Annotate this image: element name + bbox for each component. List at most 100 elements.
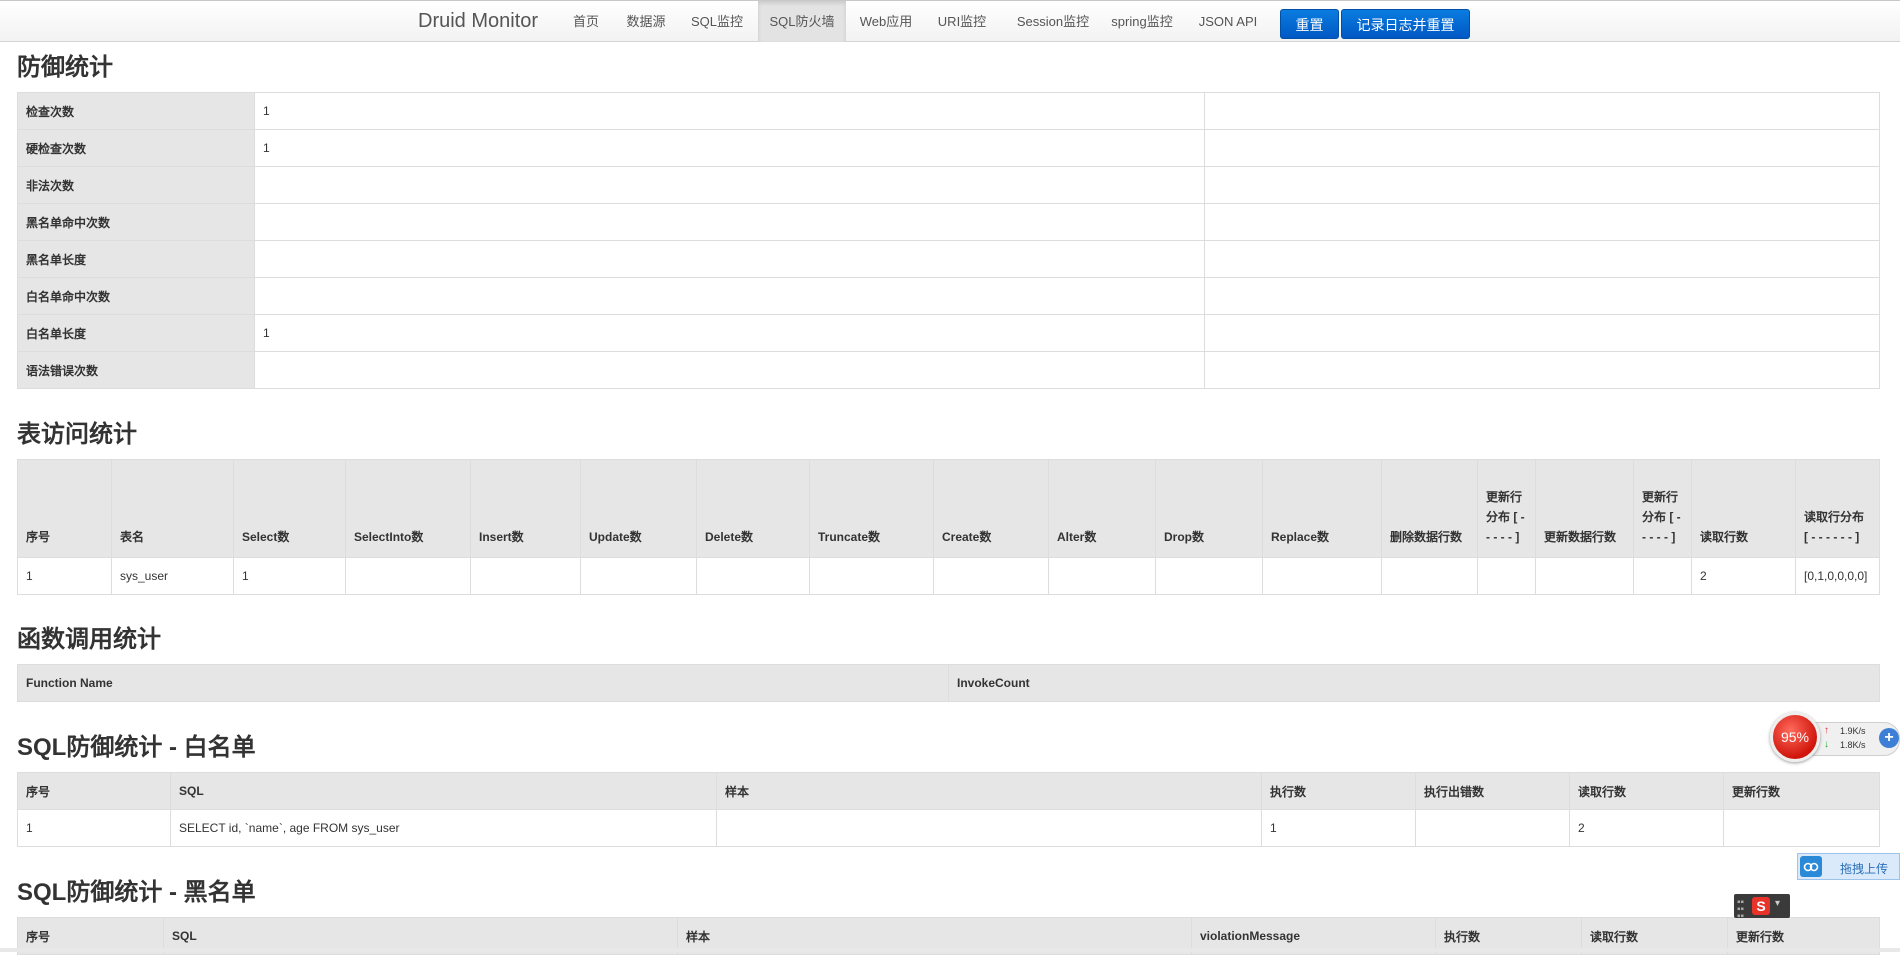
stat-extra bbox=[1204, 351, 1880, 389]
table-row: 语法错误次数 bbox=[17, 351, 1880, 389]
nav-item-sql-firewall[interactable]: SQL防火墙 bbox=[758, 1, 846, 42]
stat-extra bbox=[1204, 240, 1880, 278]
column-header[interactable]: 更新行分布 [ - - - - - ] bbox=[1477, 459, 1536, 558]
table-cell bbox=[1048, 557, 1156, 595]
column-header[interactable]: Update数 bbox=[580, 459, 697, 558]
sogou-ime-icon[interactable]: S bbox=[1752, 897, 1770, 915]
function-stats-table: Function Name InvokeCount bbox=[17, 664, 1880, 702]
stat-value bbox=[254, 351, 1205, 389]
column-header[interactable]: Delete数 bbox=[696, 459, 810, 558]
nav-item-json-api[interactable]: JSON API bbox=[1196, 1, 1260, 42]
column-header[interactable]: Select数 bbox=[233, 459, 346, 558]
nav-item-web-app[interactable]: Web应用 bbox=[856, 1, 916, 42]
table-cell bbox=[716, 809, 1262, 847]
nav-item-datasource[interactable]: 数据源 bbox=[622, 1, 670, 42]
drag-upload-tab[interactable]: 拖拽上传 bbox=[1797, 853, 1900, 880]
column-header[interactable]: SQL bbox=[170, 772, 717, 810]
nav-item-sql-monitor[interactable]: SQL监控 bbox=[686, 1, 748, 42]
table-cell: 1 bbox=[233, 557, 346, 595]
table-cell bbox=[1155, 557, 1263, 595]
table-cell bbox=[1415, 809, 1570, 847]
stat-label: 非法次数 bbox=[17, 166, 255, 204]
nav-item-uri-monitor[interactable]: URI监控 bbox=[932, 1, 992, 42]
table-cell bbox=[809, 557, 934, 595]
column-header[interactable]: 更新数据行数 bbox=[1535, 459, 1634, 558]
table-cell: 1 bbox=[1261, 809, 1416, 847]
nav-item-session-monitor[interactable]: Session监控 bbox=[1008, 1, 1098, 42]
network-speed-widget[interactable]: 95% ↑ 1.9K/s ↓ 1.8K/s + bbox=[1770, 712, 1900, 764]
table-cell: 2 bbox=[1691, 557, 1796, 595]
horizontal-scrollbar[interactable] bbox=[0, 948, 1900, 952]
stat-label: 语法错误次数 bbox=[17, 351, 255, 389]
sql-cell: SELECT id, `name`, age FROM sys_user bbox=[170, 809, 717, 847]
column-header[interactable]: 样本 bbox=[716, 772, 1262, 810]
upload-speed: 1.9K/s bbox=[1840, 726, 1866, 736]
column-header[interactable]: Replace数 bbox=[1262, 459, 1382, 558]
chevron-down-icon[interactable]: ▾ bbox=[1775, 898, 1780, 909]
stat-extra bbox=[1204, 129, 1880, 167]
table-row: 白名单长度 1 bbox=[17, 314, 1880, 352]
table-row: 1 SELECT id, `name`, age FROM sys_user 1… bbox=[17, 809, 1880, 847]
log-and-reset-button[interactable]: 记录日志并重置 bbox=[1341, 9, 1470, 39]
top-navbar: Druid Monitor 首页 数据源 SQL监控 SQL防火墙 Web应用 … bbox=[0, 0, 1900, 42]
table-row: 1 sys_user 1 2 [0,1,0,0,0,0] bbox=[17, 557, 1880, 595]
cloud-upload-icon bbox=[1800, 856, 1822, 877]
drag-upload-label: 拖拽上传 bbox=[1840, 862, 1889, 876]
column-header[interactable]: Insert数 bbox=[470, 459, 581, 558]
whitelist-table: 序号 SQL 样本 执行数 执行出错数 读取行数 更新行数 1 SELECT i… bbox=[17, 772, 1880, 847]
column-header[interactable]: 序号 bbox=[17, 772, 171, 810]
grip-icon[interactable]: ▪▪ ▪▪ ▪▪ bbox=[1737, 898, 1744, 922]
column-header[interactable]: 更新行数 bbox=[1723, 772, 1880, 810]
column-header[interactable]: 删除数据行数 bbox=[1381, 459, 1478, 558]
column-header[interactable]: 更新行分布 [ - - - - - ] bbox=[1633, 459, 1692, 558]
table-header-row: 序号 SQL 样本 执行数 执行出错数 读取行数 更新行数 bbox=[17, 772, 1880, 810]
column-header[interactable]: 读取行数 bbox=[1569, 772, 1724, 810]
stat-label: 硬检查次数 bbox=[17, 129, 255, 167]
stat-extra bbox=[1204, 92, 1880, 130]
stat-extra bbox=[1204, 277, 1880, 315]
table-row: 白名单命中次数 bbox=[17, 277, 1880, 315]
stat-value: 1 bbox=[254, 314, 1205, 352]
ime-toolbar[interactable]: ▪▪ ▪▪ ▪▪ S ▾ bbox=[1734, 894, 1790, 922]
column-header[interactable]: 读取行分布 [ - - - - - - ] bbox=[1795, 459, 1880, 558]
table-cell bbox=[470, 557, 581, 595]
stat-label: 白名单长度 bbox=[17, 314, 255, 352]
whitelist-title: SQL防御统计 - 白名单 bbox=[17, 734, 256, 761]
stat-label: 黑名单长度 bbox=[17, 240, 255, 278]
speed-percent-badge[interactable]: 95% bbox=[1770, 712, 1820, 762]
column-header[interactable]: InvokeCount bbox=[948, 664, 1880, 702]
stat-value bbox=[254, 277, 1205, 315]
table-cell: 1 bbox=[17, 809, 171, 847]
column-header[interactable]: 表名 bbox=[111, 459, 234, 558]
column-header[interactable]: Create数 bbox=[933, 459, 1049, 558]
stat-value: 1 bbox=[254, 92, 1205, 130]
column-header[interactable]: 读取行数 bbox=[1691, 459, 1796, 558]
brand-title[interactable]: Druid Monitor bbox=[418, 10, 538, 33]
column-header[interactable]: 执行出错数 bbox=[1415, 772, 1570, 810]
function-stats-title: 函数调用统计 bbox=[17, 626, 161, 653]
table-cell bbox=[1723, 809, 1880, 847]
table-cell bbox=[933, 557, 1049, 595]
stat-value bbox=[254, 240, 1205, 278]
column-header[interactable]: Drop数 bbox=[1155, 459, 1263, 558]
plus-icon[interactable]: + bbox=[1879, 728, 1899, 748]
stat-value: 1 bbox=[254, 129, 1205, 167]
column-header[interactable]: 执行数 bbox=[1261, 772, 1416, 810]
defense-stats-table: 检查次数 1 硬检查次数 1 非法次数 黑名单命中次数 黑名单长度 白名单命中次数 … bbox=[17, 92, 1880, 389]
column-header[interactable]: Function Name bbox=[17, 664, 949, 702]
arrow-down-icon: ↓ bbox=[1824, 739, 1829, 750]
stat-label: 检查次数 bbox=[17, 92, 255, 130]
column-header[interactable]: 序号 bbox=[17, 459, 112, 558]
nav-item-home[interactable]: 首页 bbox=[566, 1, 606, 42]
arrow-up-icon: ↑ bbox=[1824, 725, 1829, 736]
column-header[interactable]: Truncate数 bbox=[809, 459, 934, 558]
stat-extra bbox=[1204, 166, 1880, 204]
blacklist-title: SQL防御统计 - 黑名单 bbox=[17, 879, 256, 906]
stat-label: 黑名单命中次数 bbox=[17, 203, 255, 241]
column-header[interactable]: Alter数 bbox=[1048, 459, 1156, 558]
download-speed: 1.8K/s bbox=[1840, 740, 1866, 750]
table-cell: 1 bbox=[17, 557, 112, 595]
reset-button[interactable]: 重置 bbox=[1280, 9, 1339, 39]
nav-item-spring-monitor[interactable]: spring监控 bbox=[1106, 1, 1178, 42]
column-header[interactable]: SelectInto数 bbox=[345, 459, 471, 558]
